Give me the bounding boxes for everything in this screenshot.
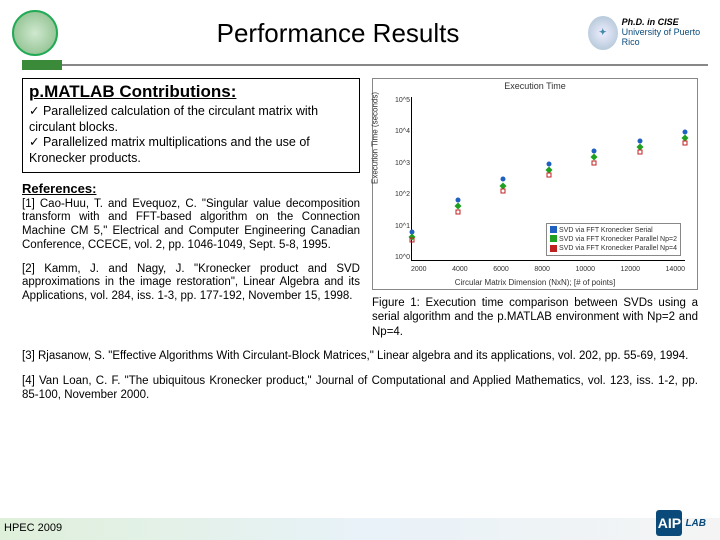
figure-caption: Figure 1: Execution time comparison betw…: [372, 296, 698, 339]
phd-line2: University of Puerto Rico: [622, 28, 708, 48]
contrib-item-1: Parallelized calculation of the circulan…: [29, 104, 318, 134]
green-accent: [22, 60, 62, 70]
check-icon: ✓: [29, 104, 43, 118]
references-heading: References:: [22, 181, 360, 196]
contributions-list: ✓ Parallelized calculation of the circul…: [29, 104, 353, 167]
reference-3: [3] Rjasanow, S. "Effective Algorithms W…: [0, 349, 720, 363]
footer-gradient: [0, 518, 720, 540]
aip-logo-icon: AIP: [656, 510, 682, 536]
chart-point: [501, 189, 506, 194]
chart-ylabel: Execution Time (seconds): [371, 92, 380, 184]
chart-point: [455, 209, 460, 214]
reference-4: [4] Van Loan, C. F. "The ubiquitous Kron…: [0, 374, 720, 403]
aip-lab-word: LAB: [685, 518, 706, 529]
chart-point: [592, 160, 597, 165]
chart-point: [683, 141, 688, 146]
phd-cise-logo: ✦ Ph.D. in CISE University of Puerto Ric…: [588, 13, 708, 53]
chart-xticks: 2000 4000 6000 8000 10000 12000 14000: [411, 266, 685, 273]
slide-header: Performance Results ✦ Ph.D. in CISE Univ…: [0, 0, 720, 58]
chart-xlabel: Circular Matrix Dimension (NxN); [# of p…: [373, 278, 697, 287]
chart-point: [501, 177, 506, 182]
chart-title: Execution Time: [373, 81, 697, 91]
slide-title: Performance Results: [58, 18, 588, 49]
aip-lab-logo: AIP LAB: [656, 510, 706, 536]
chart-point: [637, 150, 642, 155]
chart-legend: SVD via FFT Kronecker SerialSVD via FFT …: [546, 223, 681, 256]
contrib-item-2: Parallelized matrix multiplications and …: [29, 135, 310, 165]
chart-plot-area: SVD via FFT Kronecker SerialSVD via FFT …: [411, 97, 685, 261]
divider-bar: [0, 60, 720, 70]
conference-footer: HPEC 2009: [4, 522, 62, 534]
globe-icon: ✦: [588, 16, 618, 50]
contributions-box: p.MATLAB Contributions: ✓ Parallelized c…: [22, 78, 360, 173]
chart-point: [410, 238, 415, 243]
chart-yticks: 10^5 10^4 10^3 10^2 10^1 10^0: [395, 97, 409, 261]
reference-2: [2] Kamm, J. and Nagy, J. "Kronecker pro…: [22, 263, 360, 304]
upr-seal-icon: [12, 10, 58, 56]
execution-time-chart: Execution Time Execution Time (seconds) …: [372, 78, 698, 290]
grey-line: [62, 64, 708, 66]
contributions-heading: p.MATLAB Contributions:: [29, 82, 353, 102]
reference-1: [1] Cao-Huu, T. and Evequoz, C. "Singula…: [22, 198, 360, 253]
check-icon: ✓: [29, 135, 43, 149]
chart-point: [546, 173, 551, 178]
